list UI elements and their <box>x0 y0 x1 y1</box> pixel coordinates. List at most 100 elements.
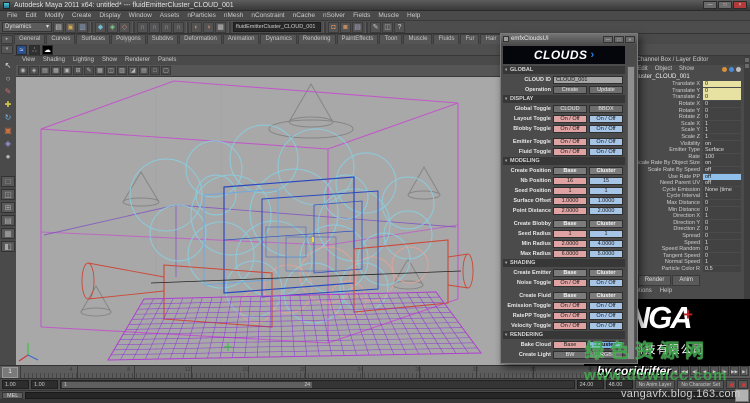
current-frame-indicator[interactable]: 1 <box>2 367 18 378</box>
max-radius-5-0000-button[interactable]: 5.0000 <box>589 250 623 258</box>
shelf-tab-animation[interactable]: Animation <box>223 34 260 44</box>
section-modeling[interactable]: MODELING <box>503 157 625 165</box>
menu-help[interactable]: Help <box>403 11 424 20</box>
snap-grid-icon[interactable]: ∩ <box>137 22 148 33</box>
emission-toggle-on-off-button[interactable]: On / Off <box>553 302 587 310</box>
shelf-tab-subdivs[interactable]: Subdivs <box>147 34 178 44</box>
scale-z-value[interactable]: 1 <box>703 134 741 140</box>
save-scene-icon[interactable]: ▥ <box>77 22 88 33</box>
emitter-toggle-on-off-button[interactable]: On / Off <box>553 138 587 146</box>
anim-start-field[interactable]: 1.00 <box>2 380 29 389</box>
seed-position-1-button[interactable]: 1 <box>589 187 623 195</box>
menu-window[interactable]: Window <box>125 11 156 20</box>
panel-maximize-button[interactable]: □ <box>614 36 624 43</box>
bake-cloud-base-button[interactable]: Base <box>553 341 587 349</box>
channel-menu-edit[interactable]: Edit <box>637 66 647 73</box>
rotate-tool-icon[interactable]: ↻ <box>2 112 15 125</box>
minimize-button[interactable]: — <box>703 1 717 9</box>
shelf-tab-deformation[interactable]: Deformation <box>179 34 222 44</box>
nb-position-15-button[interactable]: 15 <box>589 177 623 185</box>
viewport-menu-lighting[interactable]: Lighting <box>69 56 98 65</box>
clouds-window-scrollbar[interactable] <box>627 66 635 360</box>
layer-tab-render[interactable]: Render <box>638 275 672 286</box>
layer-menu-help[interactable]: Help <box>660 288 672 294</box>
ratepp-toggle-on-off-button[interactable]: On / Off <box>553 312 587 320</box>
shelf-tab-toon[interactable]: Toon <box>379 34 402 44</box>
menu-nsolver[interactable]: nSolver <box>319 11 349 20</box>
direction-x-value[interactable]: 1 <box>703 213 741 219</box>
vp-gate-mask-icon[interactable]: ◪ <box>128 66 138 75</box>
fluid-toggle-on-off-button[interactable]: On / Off <box>553 148 587 156</box>
current-tool-icon[interactable]: ● <box>2 151 15 164</box>
speed-random-value[interactable]: 0 <box>703 246 741 252</box>
rotate-y-value[interactable]: 0 <box>703 108 741 114</box>
ipr-render-icon[interactable]: ◙ <box>340 22 351 33</box>
fluids-shelf-icon[interactable]: ≈ <box>16 45 27 55</box>
menu-assets[interactable]: Assets <box>156 11 184 20</box>
emission-toggle-on-off-button[interactable]: On / Off <box>589 302 623 310</box>
input-connections-icon[interactable]: ◐ <box>191 22 202 33</box>
menu-modify[interactable]: Modify <box>41 11 68 20</box>
layout-two-pane-button[interactable]: ◫ <box>1 189 15 200</box>
translate-x-value[interactable]: 0 <box>703 81 741 87</box>
select-tool-icon[interactable]: ↖ <box>2 60 15 73</box>
channel-menu-show[interactable]: Show <box>679 66 694 73</box>
menu-nparticles[interactable]: nParticles <box>183 11 220 20</box>
noise-toggle-on-off-button[interactable]: On / Off <box>589 279 623 287</box>
create-position-base-button[interactable]: Base <box>553 167 587 175</box>
velocity-toggle-on-off-button[interactable]: On / Off <box>553 322 587 330</box>
go-to-end-button[interactable]: ▶| <box>740 366 749 376</box>
cloud-shelf-icon[interactable]: ☁ <box>42 45 53 55</box>
surface-offset-1-0000-button[interactable]: 1.0000 <box>589 197 623 205</box>
shelf-tab-fur[interactable]: Fur <box>460 34 479 44</box>
rotate-z-value[interactable]: 0 <box>703 114 741 120</box>
paint-effects-icon[interactable]: ✎ <box>370 22 381 33</box>
cloud-id-field[interactable]: CLOUD_001 <box>553 76 623 84</box>
section-shading[interactable]: SHADING <box>503 259 625 267</box>
shelf-tab-fluids[interactable]: Fluids <box>433 34 459 44</box>
menu-file[interactable]: File <box>3 11 21 20</box>
shelf-tab-polygons[interactable]: Polygons <box>111 34 146 44</box>
viewport-menu-show[interactable]: Show <box>98 56 121 65</box>
open-scene-icon[interactable]: ▣ <box>65 22 76 33</box>
vp-resolution-gate-icon[interactable]: ▥ <box>117 66 127 75</box>
layout-persp-outliner-button[interactable]: ▤ <box>1 215 15 226</box>
max-radius-6-0000-button[interactable]: 6.0000 <box>553 250 587 258</box>
layout-hypershade-button[interactable]: ◧ <box>1 241 15 252</box>
select-object-icon[interactable]: ◈ <box>107 22 118 33</box>
nparticles-shelf-icon[interactable]: ∴ <box>29 45 40 55</box>
particle-color-r-value[interactable]: 0.5 <box>703 266 741 272</box>
layout-single-pane-button[interactable]: □ <box>1 176 15 187</box>
direction-y-value[interactable]: 0 <box>703 220 741 226</box>
snap-point-icon[interactable]: ∩ <box>161 22 172 33</box>
viewport-menu-renderer[interactable]: Renderer <box>121 56 154 65</box>
spread-value[interactable]: 0 <box>703 233 741 239</box>
normal-speed-value[interactable]: 1 <box>703 259 741 265</box>
shelf-tab-general[interactable]: General <box>14 34 45 44</box>
layout-toggle-on-off-button[interactable]: On / Off <box>589 115 623 123</box>
shelf-tab-dynamics[interactable]: Dynamics <box>260 34 296 44</box>
create-light-bw-button[interactable]: BW <box>553 351 587 359</box>
viewport-menu-shading[interactable]: Shading <box>39 56 69 65</box>
emitter-toggle-on-off-button[interactable]: On / Off <box>589 138 623 146</box>
seed-radius-1-button[interactable]: 1 <box>589 230 623 238</box>
blobby-toggle-on-off-button[interactable]: On / Off <box>553 125 587 133</box>
shelf-tab-surfaces[interactable]: Surfaces <box>76 34 110 44</box>
menu-nmesh[interactable]: nMesh <box>220 11 248 20</box>
point-distance-2-0000-button[interactable]: 2.0000 <box>553 207 587 215</box>
cycle-interval-value[interactable]: 1 <box>703 193 741 199</box>
create-emitter-cluster-button[interactable]: Cluster <box>589 269 623 277</box>
construction-history-icon[interactable]: ▦ <box>215 22 226 33</box>
create-blobby-cluster-button[interactable]: Cluster <box>589 220 623 228</box>
panel-close-button[interactable]: × <box>625 36 635 43</box>
vp-safe-action-icon[interactable]: □ <box>150 66 160 75</box>
command-language-button[interactable]: MEL <box>2 392 23 399</box>
section-display[interactable]: DISPLAY <box>503 95 625 103</box>
snap-curve-icon[interactable]: ∩ <box>149 22 160 33</box>
create-position-cluster-button[interactable]: Cluster <box>589 167 623 175</box>
vp-grease-pencil-icon[interactable]: ✎ <box>84 66 94 75</box>
scale-tool-icon[interactable]: ▣ <box>2 125 15 138</box>
menu-edit[interactable]: Edit <box>21 11 40 20</box>
close-button[interactable]: × <box>733 1 747 9</box>
shelf-menu-buttons[interactable]: ▸▾ <box>1 35 13 55</box>
